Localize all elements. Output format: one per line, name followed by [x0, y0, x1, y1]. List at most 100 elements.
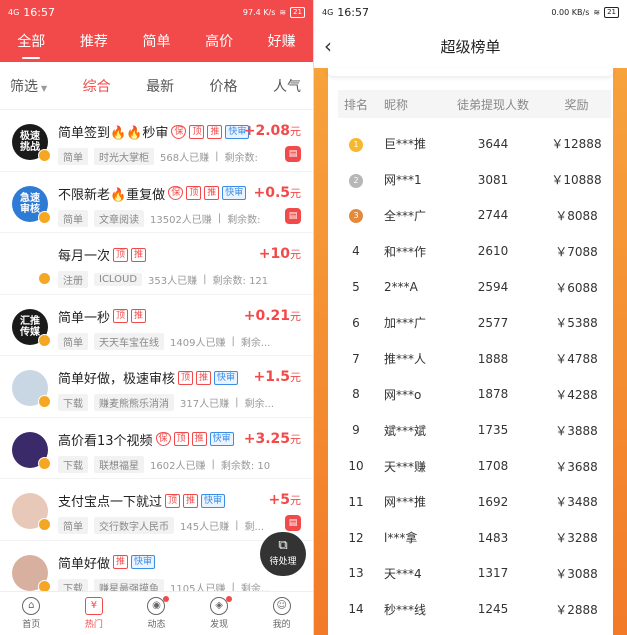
- rank-nickname: 秒***线: [384, 602, 427, 617]
- task-remaining: 剩余...: [240, 337, 271, 349]
- task-item[interactable]: 极速 挑战 简单签到🔥🔥秒审保顶推快审 +2.08元 简单 时光大掌柜 568人…: [0, 110, 313, 172]
- nav-dynamic[interactable]: ◉ 动态: [147, 596, 170, 630]
- verified-badge-icon: [38, 149, 51, 162]
- rank-number: 11: [348, 494, 364, 509]
- rank-nickname: l***拿: [384, 531, 418, 546]
- rank-number: 13: [348, 566, 364, 581]
- tab-recommend[interactable]: 推荐: [80, 31, 108, 55]
- pending-button[interactable]: ⧉ 待处理: [260, 532, 306, 576]
- task-tag: 顶: [113, 247, 129, 262]
- task-title: 支付宝点一下就过: [58, 495, 163, 510]
- task-item[interactable]: 高价看13个视频保顶推快审 +3.25元 下载 联想福星 1602人已赚 | 剩…: [0, 418, 313, 479]
- task-earned-count: 568人已赚: [160, 153, 210, 164]
- sort-price[interactable]: 价格: [210, 76, 238, 96]
- nav-hot[interactable]: ¥ 热门: [84, 597, 103, 630]
- task-meta: 简单 文章阅读 13502人已赚 | 剩余数:: [58, 209, 298, 227]
- task-item[interactable]: 简单好做，极速审核顶推快审 +1.5元 下载 赚麦熊熊乐消消 317人已赚 | …: [0, 356, 313, 418]
- rank-count: 2610: [477, 244, 509, 259]
- rank-nickname: 网***o: [384, 387, 422, 402]
- header-rank: 排名: [343, 97, 368, 112]
- rank-reward: ￥3488: [555, 495, 598, 510]
- nav-discover[interactable]: ◈ 发现: [210, 596, 233, 630]
- status-time: 16:57: [23, 5, 55, 19]
- task-avatar: 极速 挑战: [12, 124, 51, 162]
- sort-comprehensive[interactable]: 综合: [83, 76, 111, 96]
- task-remaining: 剩余...: [244, 399, 275, 410]
- task-action-icon[interactable]: ▤: [285, 146, 301, 162]
- task-action-icon[interactable]: ▤: [285, 515, 301, 531]
- leaderboard-screen: 4G 16:57 0.00 KB/s ≋ 21 ‹ 超级榜单 排名 昵称 徒弟提…: [314, 0, 627, 635]
- rank-number: 12: [348, 530, 364, 545]
- decorative-border: [613, 68, 627, 635]
- task-title-row: 高价看13个视频保顶推快审: [58, 430, 234, 449]
- filter-bar: 筛选 ▼ 综合 最新 价格 人气: [0, 62, 313, 110]
- leaderboard-row: 13 天***4 1317 ￥3088: [338, 556, 611, 592]
- rank-reward: ￥8088: [555, 208, 598, 223]
- back-arrow-icon[interactable]: ‹: [324, 34, 332, 58]
- sort-popularity[interactable]: 人气: [273, 76, 301, 96]
- rank-medal-icon: 3: [349, 209, 363, 224]
- task-tag: 推: [191, 432, 207, 446]
- task-avatar: [12, 493, 51, 531]
- page-header: ‹ 超级榜单: [314, 24, 627, 68]
- wifi-icon: ≋: [593, 7, 601, 17]
- page-title: 超级榜单: [440, 37, 501, 56]
- task-meta: 简单 时光大掌柜 568人已赚 | 剩余数:: [58, 148, 298, 165]
- leaderboard-row: 2 网***1 3081 ￥10888: [338, 162, 611, 198]
- rank-nickname: 巨***推: [384, 137, 427, 152]
- rank-nickname: 推***人: [384, 352, 427, 367]
- rank-number: 14: [348, 602, 364, 617]
- rank-nickname: 天***赚: [384, 459, 427, 474]
- leaderboard-row: 9 斌***斌 1735 ￥3888: [338, 412, 611, 448]
- wifi-icon: ≋: [279, 7, 287, 17]
- battery-icon: 21: [290, 6, 305, 18]
- task-header: 4G 16:57 97.4 K/s ≋ 21 全部 推荐 简单 高价 好赚: [0, 0, 313, 62]
- task-type-chip: 下载: [58, 394, 88, 411]
- rank-reward: ￥7088: [555, 244, 598, 259]
- rank-nickname: 斌***斌: [384, 423, 427, 438]
- task-item[interactable]: 每月一次顶推 +10元 注册 ICLOUD 353人已赚 | 剩余数: 121: [0, 233, 313, 295]
- rank-reward: ￥3288: [555, 531, 598, 546]
- rank-reward: ￥4788: [555, 352, 598, 367]
- verified-badge-icon: [38, 518, 51, 531]
- task-remaining: 剩...: [244, 522, 265, 533]
- task-tag: 快审: [209, 432, 234, 446]
- tab-all[interactable]: 全部: [17, 31, 45, 59]
- task-app-chip: 时光大掌柜: [94, 148, 154, 165]
- verified-badge-icon: [38, 395, 51, 408]
- nav-home[interactable]: ⌂ 首页: [22, 597, 40, 630]
- task-tag: 顶: [113, 309, 129, 323]
- tab-simple[interactable]: 简单: [142, 31, 170, 55]
- task-action-icon[interactable]: ▤: [285, 207, 301, 224]
- leaderboard-row: 4 和***作 2610 ￥7088: [338, 233, 611, 269]
- task-tag: 保: [168, 186, 184, 200]
- leaderboard-row: 7 推***人 1888 ￥4788: [338, 341, 611, 377]
- task-price: +3.25元: [243, 430, 301, 447]
- task-tag: 推: [196, 370, 212, 385]
- task-earned-count: 145人已赚: [180, 522, 230, 533]
- status-time: 16:57: [337, 5, 369, 19]
- task-item[interactable]: 急速 审核 不限新老🔥重复做保顶推快审 +0.5元 简单 文章阅读 13502人…: [0, 172, 313, 233]
- filter-button[interactable]: 筛选 ▼: [10, 76, 47, 96]
- notification-dot: [226, 596, 233, 602]
- card-top-edge: [326, 68, 615, 76]
- tab-easy-earn[interactable]: 好赚: [268, 31, 296, 55]
- user-icon: ☺: [272, 597, 291, 615]
- task-title: 不限新老🔥重复做: [58, 187, 166, 203]
- task-type-chip: 简单: [58, 332, 88, 350]
- task-title-row: 简单签到🔥🔥秒审保顶推快审: [58, 122, 250, 141]
- task-title-row: 每月一次顶推: [58, 245, 147, 264]
- rank-nickname: 加***广: [384, 316, 427, 331]
- task-title-row: 简单好做推快审: [58, 553, 156, 572]
- task-app-chip: ICLOUD: [94, 273, 143, 286]
- verified-badge-icon: [38, 272, 51, 285]
- sort-latest[interactable]: 最新: [146, 76, 174, 96]
- tab-high-price[interactable]: 高价: [205, 31, 233, 55]
- task-item[interactable]: 汇推 传媒 简单一秒顶推 +0.21元 简单 天天车宝在线 1409人已赚 | …: [0, 295, 313, 356]
- leaderboard-row: 10 天***赚 1708 ￥3688: [338, 448, 611, 484]
- nav-mine[interactable]: ☺ 我的: [272, 597, 291, 630]
- leaderboard-row: 1 巨***推 3644 ￥12888: [338, 126, 611, 162]
- leaderboard-row: 3 全***广 2744 ￥8088: [338, 198, 611, 234]
- task-item[interactable]: 支付宝点一下就过顶推快审 +5元 简单 交行数字人民币 145人已赚 | 剩..…: [0, 479, 313, 541]
- battery-icon: 21: [604, 6, 619, 18]
